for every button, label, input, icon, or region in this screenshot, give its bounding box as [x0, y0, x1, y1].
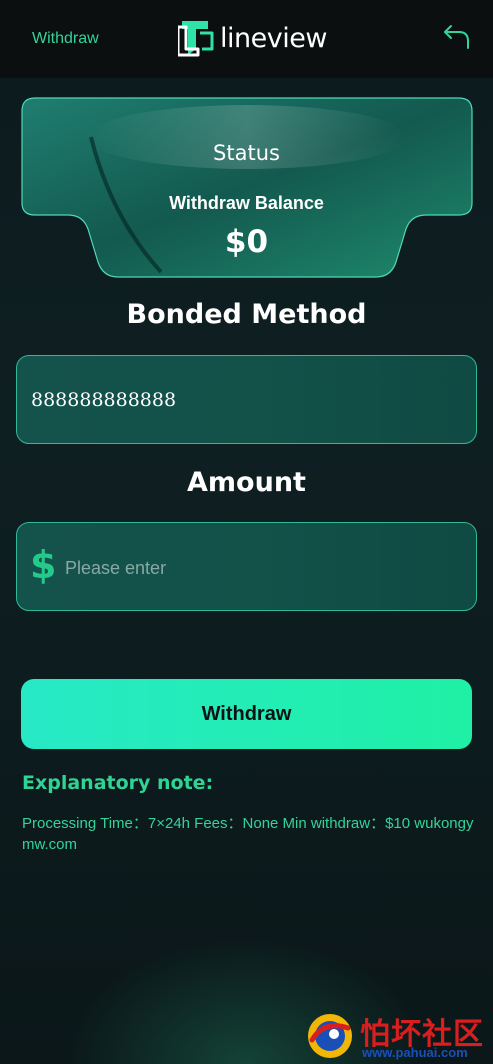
withdraw-button[interactable]: Withdraw	[21, 679, 472, 749]
status-title: Status	[213, 141, 280, 165]
watermark: 怕坏社区 www.pahuai.com	[300, 1008, 493, 1064]
amount-field[interactable]: $	[16, 522, 477, 611]
withdraw-balance-value: $0	[224, 224, 269, 260]
watermark-logo-icon	[308, 1014, 352, 1058]
bonded-method-value: 888888888888	[31, 389, 177, 411]
top-bar: Withdraw lineview	[0, 0, 493, 78]
dollar-icon: $	[30, 543, 57, 587]
bonded-method-heading: Bonded Method	[126, 299, 367, 330]
amount-input[interactable]	[65, 549, 465, 587]
explanatory-note-title: Explanatory note:	[22, 772, 214, 794]
brand: lineview	[178, 18, 327, 58]
withdraw-balance-label: Withdraw Balance	[169, 193, 324, 213]
watermark-url: www.pahuai.com	[362, 1045, 468, 1060]
page-title: Withdraw	[32, 30, 99, 47]
bonded-method-field[interactable]: 888888888888	[16, 355, 477, 444]
amount-heading: Amount	[187, 467, 306, 498]
explanatory-note-text: Processing Time：7×24h Fees：None Min with…	[22, 815, 474, 853]
lineview-logo-icon	[178, 21, 214, 57]
brand-name: lineview	[220, 22, 327, 54]
back-arrow-icon[interactable]	[442, 22, 472, 52]
